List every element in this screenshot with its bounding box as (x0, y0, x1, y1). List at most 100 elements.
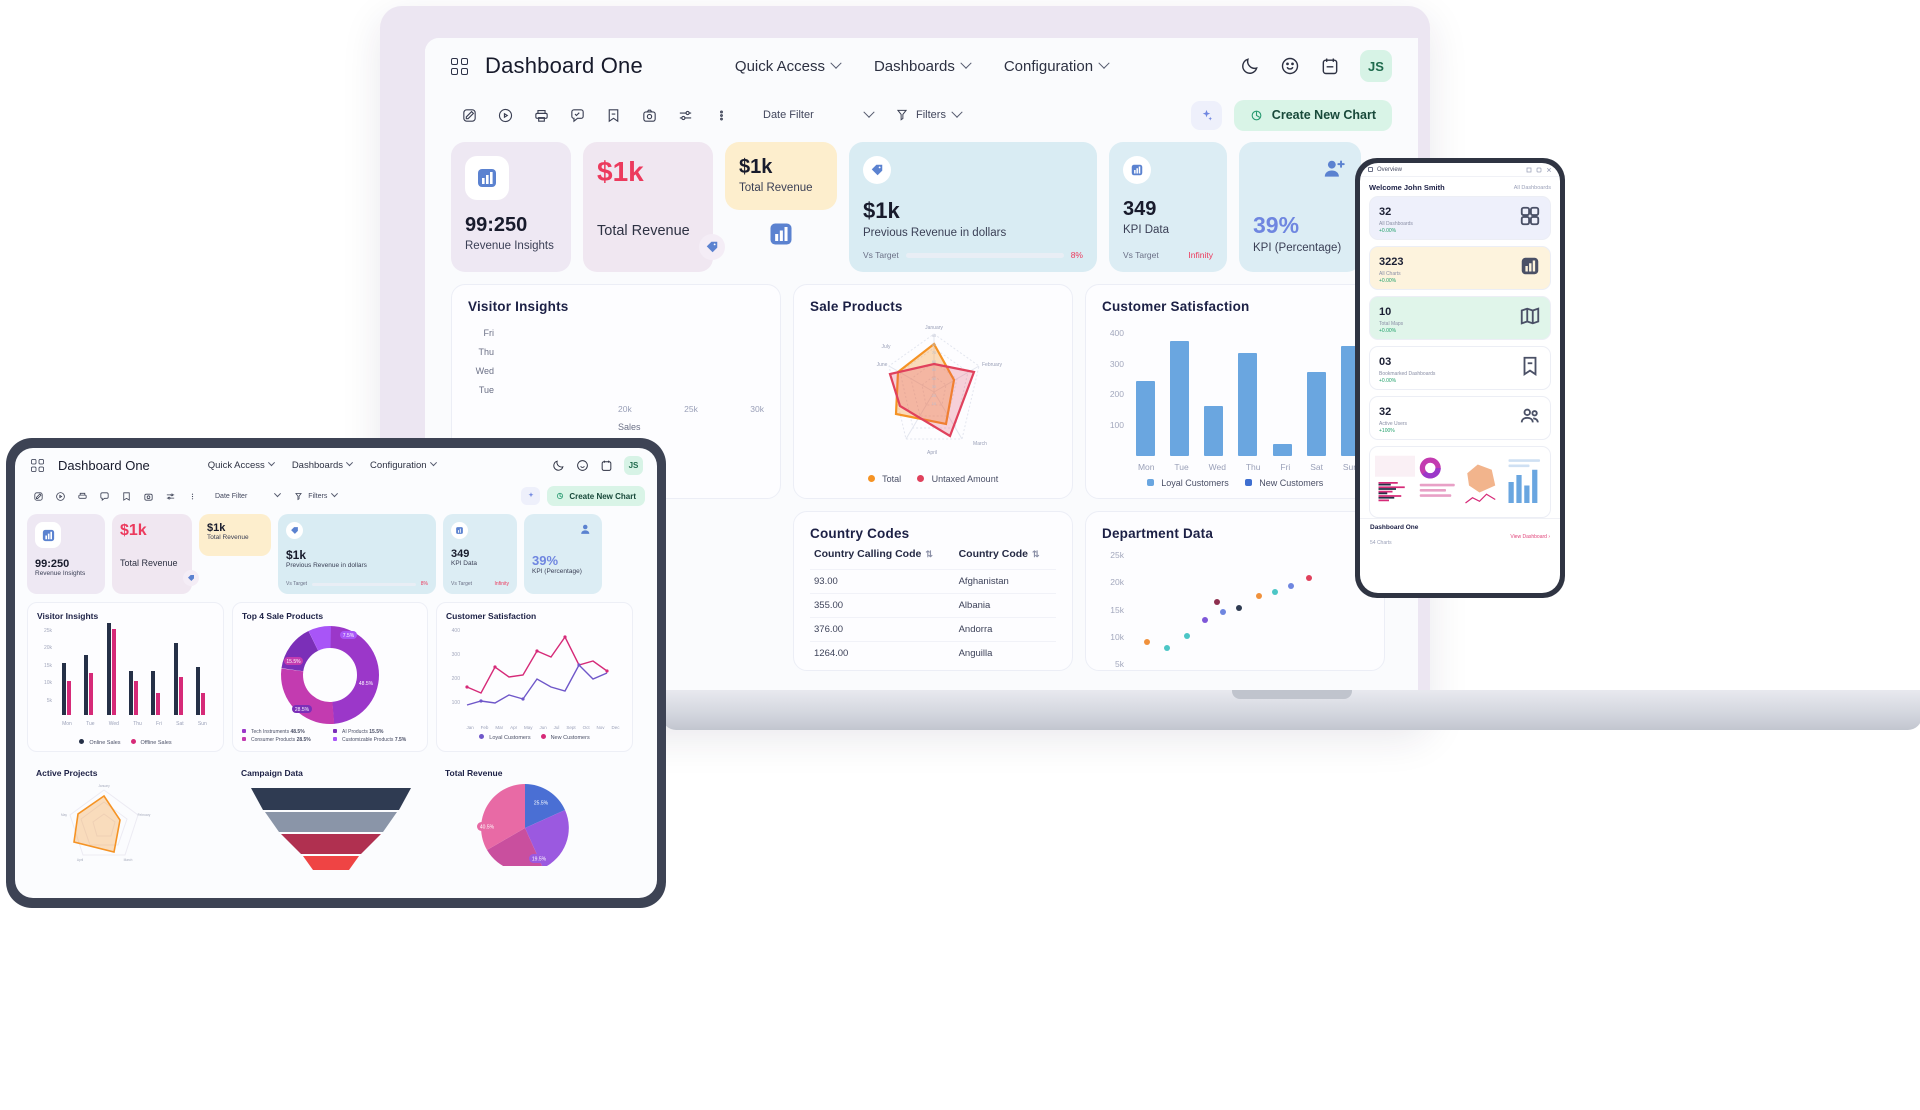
more-vertical-icon[interactable] (703, 100, 739, 130)
scatter-point[interactable] (1288, 583, 1294, 589)
nav-configuration[interactable]: Configuration (1004, 58, 1110, 75)
kpi-card-kpi-percentage[interactable]: 39% KPI (Percentage) (524, 514, 602, 594)
bookmark-icon[interactable] (115, 486, 137, 506)
bar[interactable] (1307, 371, 1327, 456)
legend-item-offline[interactable]: Offline Sales (130, 739, 172, 746)
print-icon[interactable] (523, 100, 559, 130)
list-item[interactable]: 32 Active Users +100% (1369, 396, 1551, 440)
col-country-code[interactable]: Country Code ⇅ (955, 541, 1056, 570)
nav-quick-access[interactable]: Quick Access (735, 58, 842, 75)
legend-item-untaxed[interactable]: Untaxed Amount (917, 474, 998, 484)
more-vertical-icon[interactable] (181, 486, 203, 506)
avatar[interactable]: JS (624, 455, 643, 475)
kpi-card-revenue-insights[interactable]: 99:250 Revenue Insights (451, 142, 571, 272)
date-filter-select[interactable]: Date Filter (215, 489, 282, 500)
bookmark-icon[interactable] (595, 100, 631, 130)
bar[interactable] (1135, 380, 1155, 456)
page-title: Dashboard One (485, 53, 643, 78)
close-icon[interactable] (1546, 167, 1552, 173)
create-new-chart-button[interactable]: Create New Chart (1233, 99, 1392, 131)
settings-sliders-icon[interactable] (159, 486, 181, 506)
kpi-card-previous-revenue[interactable]: $1k Previous Revenue in dollars Vs Targe… (849, 142, 1097, 272)
bar[interactable] (1204, 406, 1224, 456)
settings-sliders-icon[interactable] (667, 100, 703, 130)
notifications-icon[interactable] (576, 459, 589, 472)
legend-item-tech[interactable]: Tech Instruments 48.5% (242, 729, 327, 735)
message-icon[interactable] (93, 486, 115, 506)
kpi-card-kpi-data[interactable]: 349 KPI Data Vs Target Infinity (1109, 142, 1227, 272)
table-row[interactable]: 1264.00 Anguilla (810, 641, 1056, 665)
calendar-icon[interactable] (600, 459, 613, 472)
tag-icon (863, 156, 891, 184)
kpi-card-kpi-data[interactable]: 349 KPI Data Vs Target Infinity (443, 514, 517, 594)
list-item[interactable]: 3223 All Charts +0.00% (1369, 246, 1551, 290)
scatter-point[interactable] (1256, 593, 1262, 599)
kpi-card-total-revenue-big[interactable]: $1k Total Revenue (112, 514, 199, 594)
ai-sparkle-icon[interactable] (1190, 100, 1222, 130)
ai-sparkle-icon[interactable] (521, 487, 541, 505)
list-item[interactable]: 03 Bookmarked Dashboards +0.00% (1369, 346, 1551, 390)
notifications-icon[interactable] (1280, 56, 1300, 76)
print-icon[interactable] (71, 486, 93, 506)
col-country-calling-code[interactable]: Country Calling Code ⇅ (810, 541, 955, 570)
kpi-card-total-revenue-small[interactable]: $1k Total Revenue (725, 142, 837, 245)
filters-select[interactable]: Filters (294, 489, 339, 501)
camera-icon[interactable] (137, 486, 159, 506)
scatter-point[interactable] (1164, 645, 1170, 651)
scatter-point[interactable] (1184, 633, 1190, 639)
legend-item-online[interactable]: Online Sales (79, 739, 121, 746)
scatter-point[interactable] (1272, 589, 1278, 595)
avatar[interactable]: JS (1360, 50, 1392, 82)
scatter-point[interactable] (1202, 617, 1208, 623)
legend-item-total[interactable]: Total (867, 474, 901, 484)
nav-dashboards[interactable]: Dashboards (874, 58, 972, 75)
list-item[interactable]: 10 Total Maps +0.00% (1369, 296, 1551, 340)
nav-dashboards[interactable]: Dashboards (292, 458, 354, 471)
scatter-point[interactable] (1220, 609, 1226, 615)
legend-item-consumer[interactable]: Consumer Products 28.5% (242, 737, 327, 743)
legend-item-new[interactable]: New Customers (540, 734, 590, 741)
nav-configuration[interactable]: Configuration (370, 458, 437, 471)
kpi-card-revenue-insights[interactable]: 99:250 Revenue Insights (27, 514, 105, 594)
calendar-icon[interactable] (1320, 56, 1340, 76)
kpi-card-kpi-percentage[interactable]: 39% KPI (Percentage) (1239, 142, 1361, 272)
play-circle-icon[interactable] (49, 486, 71, 506)
view-dashboard-link[interactable]: View Dashboard › (1510, 534, 1550, 540)
scatter-point[interactable] (1214, 599, 1220, 605)
nav-quick-access[interactable]: Quick Access (208, 458, 275, 471)
phone-filter[interactable]: All Dashboards (1514, 185, 1551, 191)
filters-select[interactable]: Filters (895, 106, 963, 122)
dark-mode-icon[interactable] (552, 459, 565, 472)
bar-chart-icon (451, 522, 468, 539)
camera-icon[interactable] (631, 100, 667, 130)
bar[interactable] (1238, 352, 1258, 456)
grid-apps-icon[interactable] (31, 458, 44, 472)
maximize-icon[interactable] (1536, 167, 1542, 173)
legend-item-loyal[interactable]: Loyal Customers (1146, 478, 1229, 488)
legend-item-custom[interactable]: Customizable Products 7.5% (333, 737, 418, 743)
table-row[interactable]: 355.00 Albania (810, 593, 1056, 618)
create-new-chart-button[interactable]: Create New Chart (547, 486, 645, 506)
play-circle-icon[interactable] (487, 100, 523, 130)
legend-item-new[interactable]: New Customers (1244, 478, 1323, 488)
kpi-card-total-revenue-small[interactable]: $1k Total Revenue (199, 514, 271, 556)
bar[interactable] (1169, 340, 1189, 456)
edit-icon[interactable] (451, 100, 487, 130)
kpi-card-total-revenue-big[interactable]: $1k Total Revenue (583, 142, 725, 272)
table-row[interactable]: 93.00 Afghanistan (810, 569, 1056, 594)
grid-apps-icon[interactable] (451, 57, 468, 75)
kpi-card-previous-revenue[interactable]: $1k Previous Revenue in dollars Vs Targe… (278, 514, 436, 594)
legend-item-ai[interactable]: AI Products 15.5% (333, 729, 418, 735)
table-row[interactable]: 376.00 Andorra (810, 617, 1056, 642)
list-item[interactable]: 32 All Dashboards +0.00% (1369, 196, 1551, 240)
minimize-icon[interactable] (1526, 167, 1532, 173)
dark-mode-icon[interactable] (1240, 56, 1260, 76)
legend-item-loyal[interactable]: Loyal Customers (479, 734, 531, 741)
scatter-point[interactable] (1144, 639, 1150, 645)
message-icon[interactable] (559, 100, 595, 130)
scatter-point[interactable] (1236, 605, 1242, 611)
bar[interactable] (1272, 443, 1292, 456)
edit-icon[interactable] (27, 486, 49, 506)
date-filter-select[interactable]: Date Filter (763, 106, 875, 121)
scatter-point[interactable] (1306, 575, 1312, 581)
